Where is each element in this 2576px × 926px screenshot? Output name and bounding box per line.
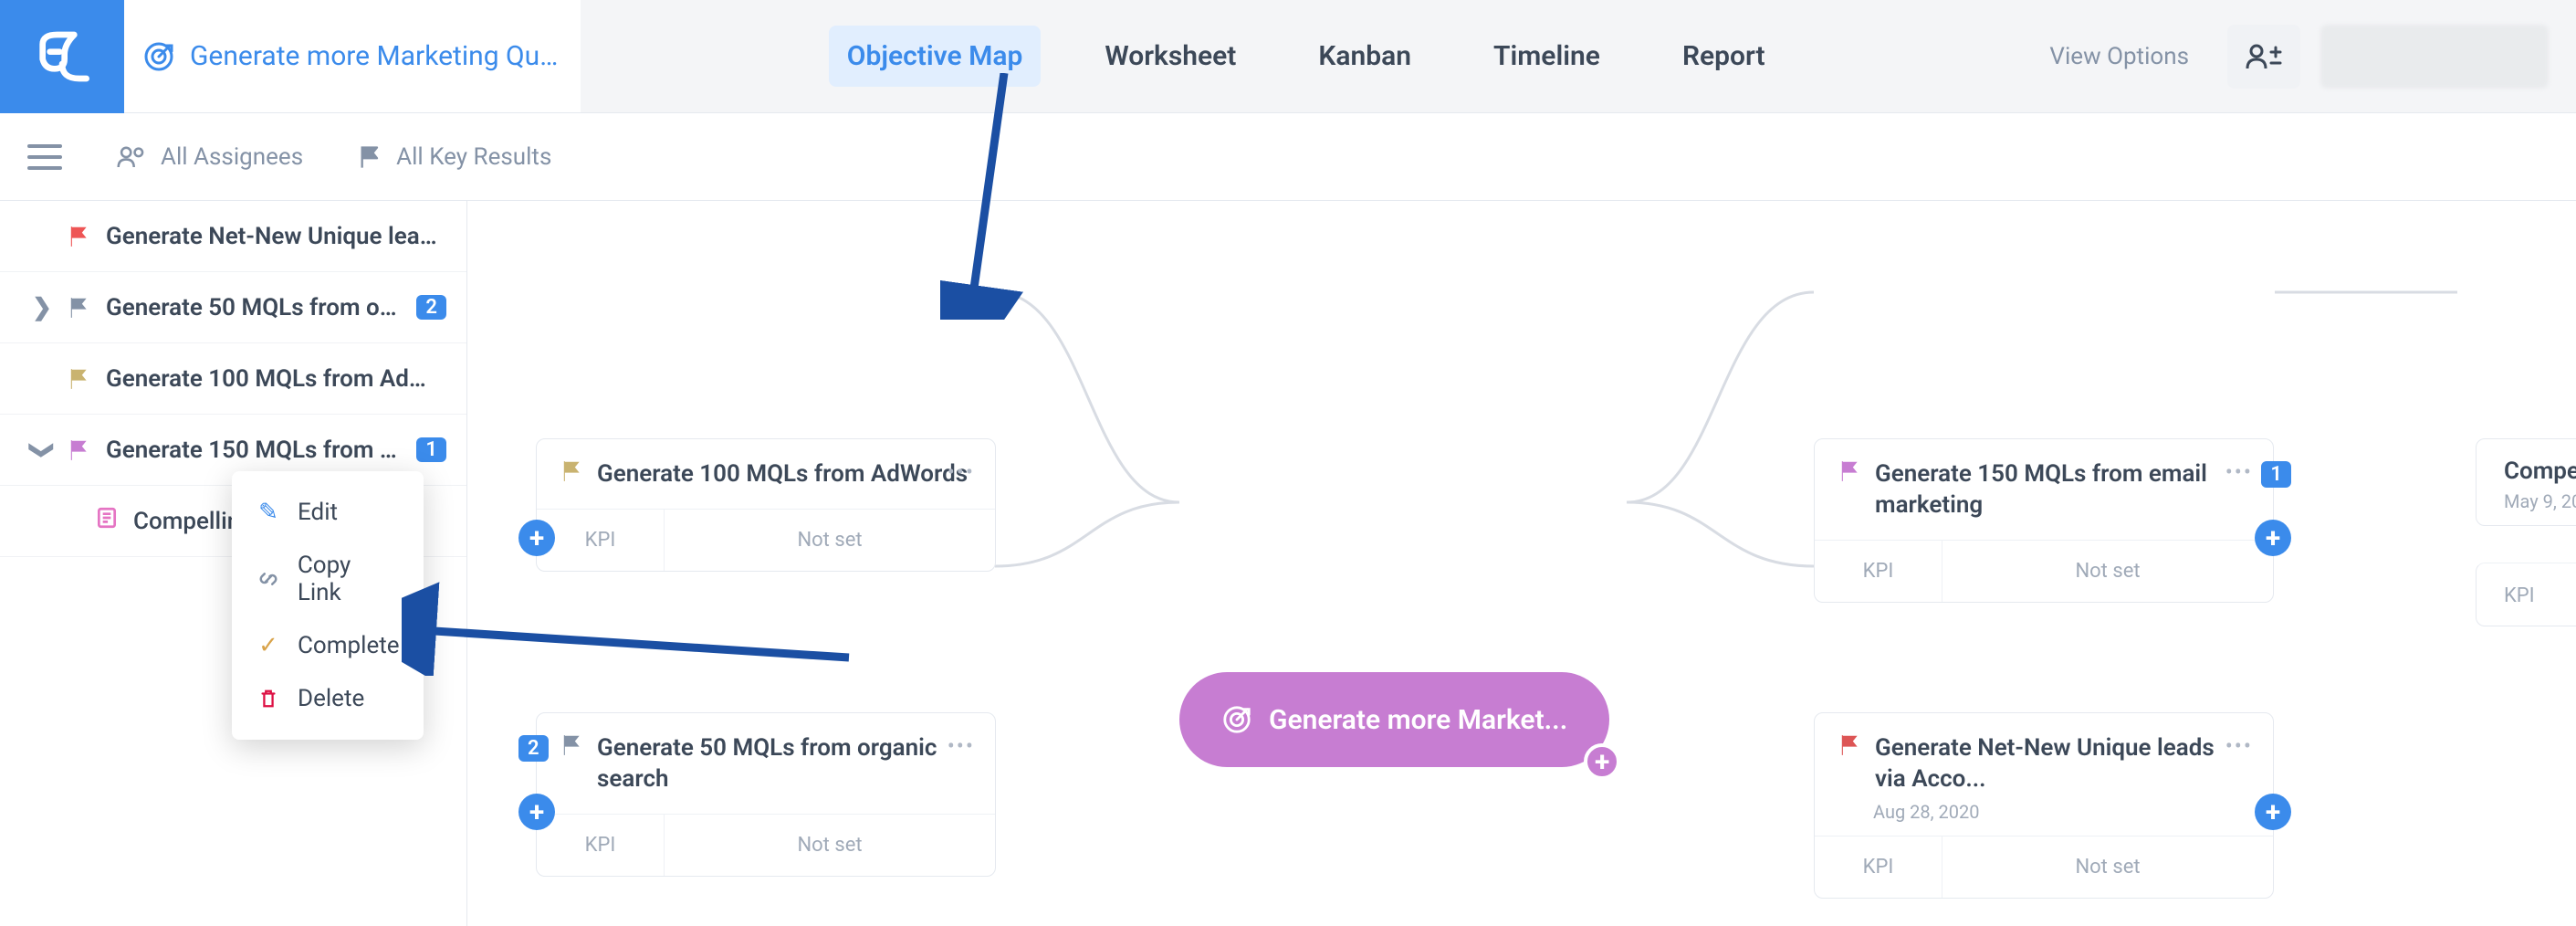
flag-icon	[1838, 733, 1862, 757]
pencil-icon: ✎	[256, 499, 281, 526]
more-icon[interactable]: •••	[2225, 733, 2253, 759]
more-icon[interactable]: •••	[948, 459, 975, 485]
node-date: Aug 28, 2020	[1815, 801, 2273, 836]
more-icon[interactable]: •••	[948, 733, 975, 759]
assignees-filter[interactable]: All Assignees	[108, 134, 312, 180]
sidebar-item-label: Generate Net-New Unique leads…	[106, 223, 446, 250]
tab-timeline[interactable]: Timeline	[1475, 26, 1618, 87]
menu-button[interactable]	[18, 135, 71, 179]
check-icon: ✓	[256, 632, 281, 659]
flag-icon	[1838, 459, 1862, 483]
center-title: Generate more Market...	[1269, 704, 1567, 736]
add-button[interactable]: +	[2255, 520, 2291, 556]
sidebar-item-netnew[interactable]: Generate Net-New Unique leads…	[0, 201, 466, 272]
flag-icon	[358, 144, 383, 170]
people-icon	[2246, 43, 2282, 70]
logo-icon	[33, 27, 91, 86]
add-button[interactable]: +	[1584, 743, 1620, 780]
trash-icon	[256, 688, 281, 710]
node-center[interactable]: Generate more Market... +	[1179, 672, 1609, 767]
right-tools: View Options	[2031, 25, 2576, 89]
sidebar-item-label: Generate 150 MQLs from …	[106, 437, 402, 464]
status-label: Not set	[665, 815, 995, 876]
node-title: Generate 150 MQLs from email marketing	[1875, 459, 2249, 521]
count-badge: 1	[2261, 461, 2291, 488]
people-icon	[117, 145, 148, 169]
sidebar-item-label: Generate 50 MQLs from o…	[106, 294, 402, 321]
node-title: Generate Net-New Unique leads via Acco..…	[1875, 733, 2249, 795]
tab-worksheet[interactable]: Worksheet	[1086, 26, 1254, 87]
ctx-complete[interactable]: ✓ Complete	[232, 619, 424, 672]
node-adwords[interactable]: Generate 100 MQLs from AdWords ••• + KPI…	[536, 438, 996, 572]
sidebar-item-label: Generate 100 MQLs from AdWo…	[106, 365, 446, 393]
sidebar-item-organic[interactable]: ❯ Generate 50 MQLs from o… 2	[0, 272, 466, 343]
ctx-copy-link[interactable]: Copy Link	[232, 539, 424, 619]
key-results-filter[interactable]: All Key Results	[349, 134, 560, 180]
ctx-copy-label: Copy Link	[298, 552, 400, 606]
hamburger-icon	[27, 144, 62, 170]
context-menu: ✎ Edit Copy Link ✓ Complete Delete	[232, 471, 424, 740]
sidebar-item-adwords[interactable]: Generate 100 MQLs from AdWo…	[0, 343, 466, 415]
flag-icon	[560, 459, 584, 483]
add-button[interactable]: +	[2255, 794, 2291, 830]
nav-tabs: Objective Map Worksheet Kanban Timeline …	[581, 26, 2031, 87]
node-title: Generate 100 MQLs from AdWords	[597, 459, 971, 490]
node-organic[interactable]: Generate 50 MQLs from organic search •••…	[536, 712, 996, 877]
kpi-label: KPI	[2504, 584, 2535, 607]
add-button[interactable]: +	[518, 794, 555, 830]
kpi-label: KPI	[1815, 541, 1942, 602]
people-button[interactable]	[2227, 25, 2300, 89]
flag-icon	[68, 225, 91, 248]
status-label: Not set	[665, 510, 995, 571]
objective-title-block[interactable]: Generate more Marketing Qua…	[124, 0, 581, 112]
tab-report[interactable]: Report	[1664, 26, 1784, 87]
kpi-label: KPI	[537, 815, 665, 876]
objective-title: Generate more Marketing Qua…	[190, 40, 562, 72]
tab-objective-map[interactable]: Objective Map	[829, 26, 1042, 87]
node-title: Compel	[2504, 458, 2576, 485]
ctx-edit-label: Edit	[298, 499, 338, 526]
link-icon	[256, 568, 281, 590]
add-button[interactable]: +	[518, 520, 555, 556]
document-icon	[95, 506, 119, 536]
kpi-label: KPI	[537, 510, 665, 571]
tab-kanban[interactable]: Kanban	[1300, 26, 1429, 87]
kpi-label: KPI	[1815, 837, 1942, 898]
flag-icon	[560, 733, 584, 757]
node-partial[interactable]: Compel May 9, 20	[2476, 438, 2576, 526]
flag-icon	[68, 296, 91, 320]
node-title: Generate 50 MQLs from organic search	[597, 733, 971, 795]
ctx-complete-label: Complete	[298, 632, 400, 659]
count-badge: 2	[518, 735, 549, 762]
status-label: Not set	[1942, 837, 2273, 898]
assignees-label: All Assignees	[161, 143, 303, 171]
node-email[interactable]: Generate 150 MQLs from email marketing •…	[1814, 438, 2274, 603]
node-netnew[interactable]: Generate Net-New Unique leads via Acco..…	[1814, 712, 2274, 899]
flag-icon	[68, 367, 91, 391]
node-date: May 9, 20	[2504, 490, 2576, 512]
top-bar: Generate more Marketing Qua… Objective M…	[0, 0, 2576, 113]
user-avatar[interactable]	[2320, 25, 2549, 89]
view-options-button[interactable]: View Options	[2031, 34, 2207, 79]
status-label: Not set	[1942, 541, 2273, 602]
map-canvas[interactable]: Generate 100 MQLs from AdWords ••• + KPI…	[467, 201, 2576, 926]
chevron-right-icon: ❯	[31, 294, 53, 321]
chevron-down-icon: ❯	[28, 439, 56, 461]
ctx-delete[interactable]: Delete	[232, 672, 424, 725]
filter-bar: All Assignees All Key Results	[0, 113, 2576, 201]
ctx-delete-label: Delete	[298, 685, 364, 712]
key-results-label: All Key Results	[396, 143, 551, 171]
ctx-edit[interactable]: ✎ Edit	[232, 486, 424, 539]
app-logo[interactable]	[0, 0, 124, 113]
flag-icon	[68, 438, 91, 462]
count-badge: 1	[416, 437, 446, 462]
node-partial-footer: KPI	[2476, 563, 2576, 626]
more-icon[interactable]: •••	[2225, 459, 2253, 485]
target-icon	[1221, 704, 1252, 735]
target-icon	[142, 40, 175, 73]
count-badge: 2	[416, 295, 446, 320]
